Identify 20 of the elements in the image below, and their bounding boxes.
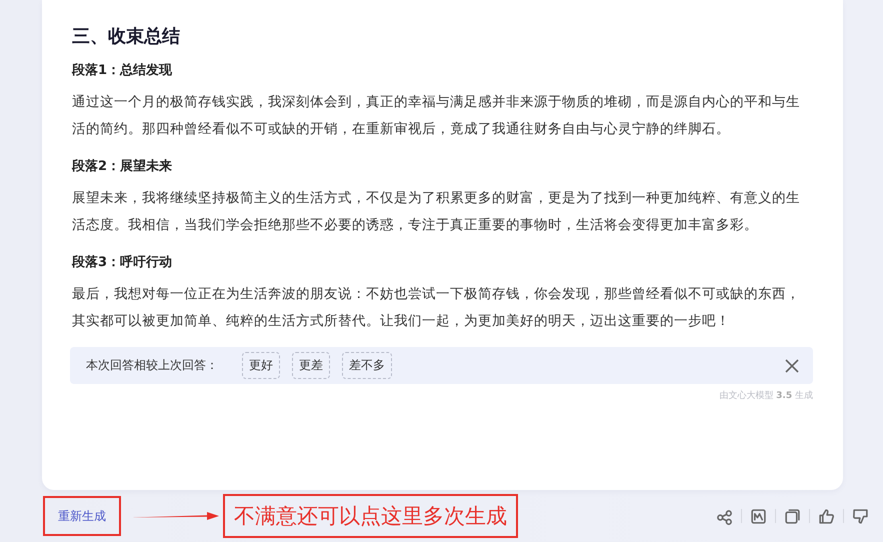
paragraph: 最后，我想对每一位正在为生活奔波的朋友说：不妨也尝试一下极简存钱，你会发现，那些曾经看似不可或缺的东西，其实都可以被更加简单、纯粹的生活方式所替代。让我们一起，为更加美好的明天，迈出这重要的一步吧！ [72, 285, 801, 331]
copy-icon[interactable] [784, 508, 801, 524]
chart-icon[interactable] [750, 508, 767, 524]
feedback-option[interactable]: 更好 [242, 352, 280, 379]
regenerate-button[interactable]: 重新生成 [55, 506, 109, 527]
share-icon[interactable] [716, 508, 733, 524]
thumbs-up-icon[interactable] [818, 508, 835, 524]
paragraph-title: 段落1：总结发现 [72, 62, 174, 80]
annotation-callout: 不满意还可以点这里多次生成 [223, 494, 518, 538]
paragraph: 展望未来，我将继续坚持极简主义的生活方式，不仅是为了积累更多的财富，更是为了找到一种更加纯粹、有意义的生活态度。我相信，当我们学会拒绝那些不必要的诱惑，专注于真正重要的事物时，生活将会变得更加丰富多彩。 [72, 189, 801, 235]
thumbs-down-icon[interactable] [852, 508, 869, 524]
feedback-prompt: 本次回答相较上次回答： [86, 357, 218, 374]
paragraph: 通过这一个月的极简存钱实践，我深刻体会到，真正的幸福与满足感并非来源于物质的堆砌，而是源自内心的平和与生活的简约。那四种曾经看似不可或缺的开销，在重新审视后，竟成了我通往财务自由与心灵宁静的绊脚石。 [72, 93, 801, 139]
close-icon[interactable] [785, 358, 799, 372]
model-note: 由文心大模型 3.5 生成 [719, 390, 813, 403]
feedback-option[interactable]: 差不多 [342, 352, 392, 379]
feedback-option[interactable]: 更差 [292, 352, 330, 379]
paragraph-title: 段落3：呼吁行动 [72, 254, 174, 272]
section-heading: 三、收束总结 [72, 25, 181, 49]
paragraph-title: 段落2：展望未来 [72, 158, 174, 176]
